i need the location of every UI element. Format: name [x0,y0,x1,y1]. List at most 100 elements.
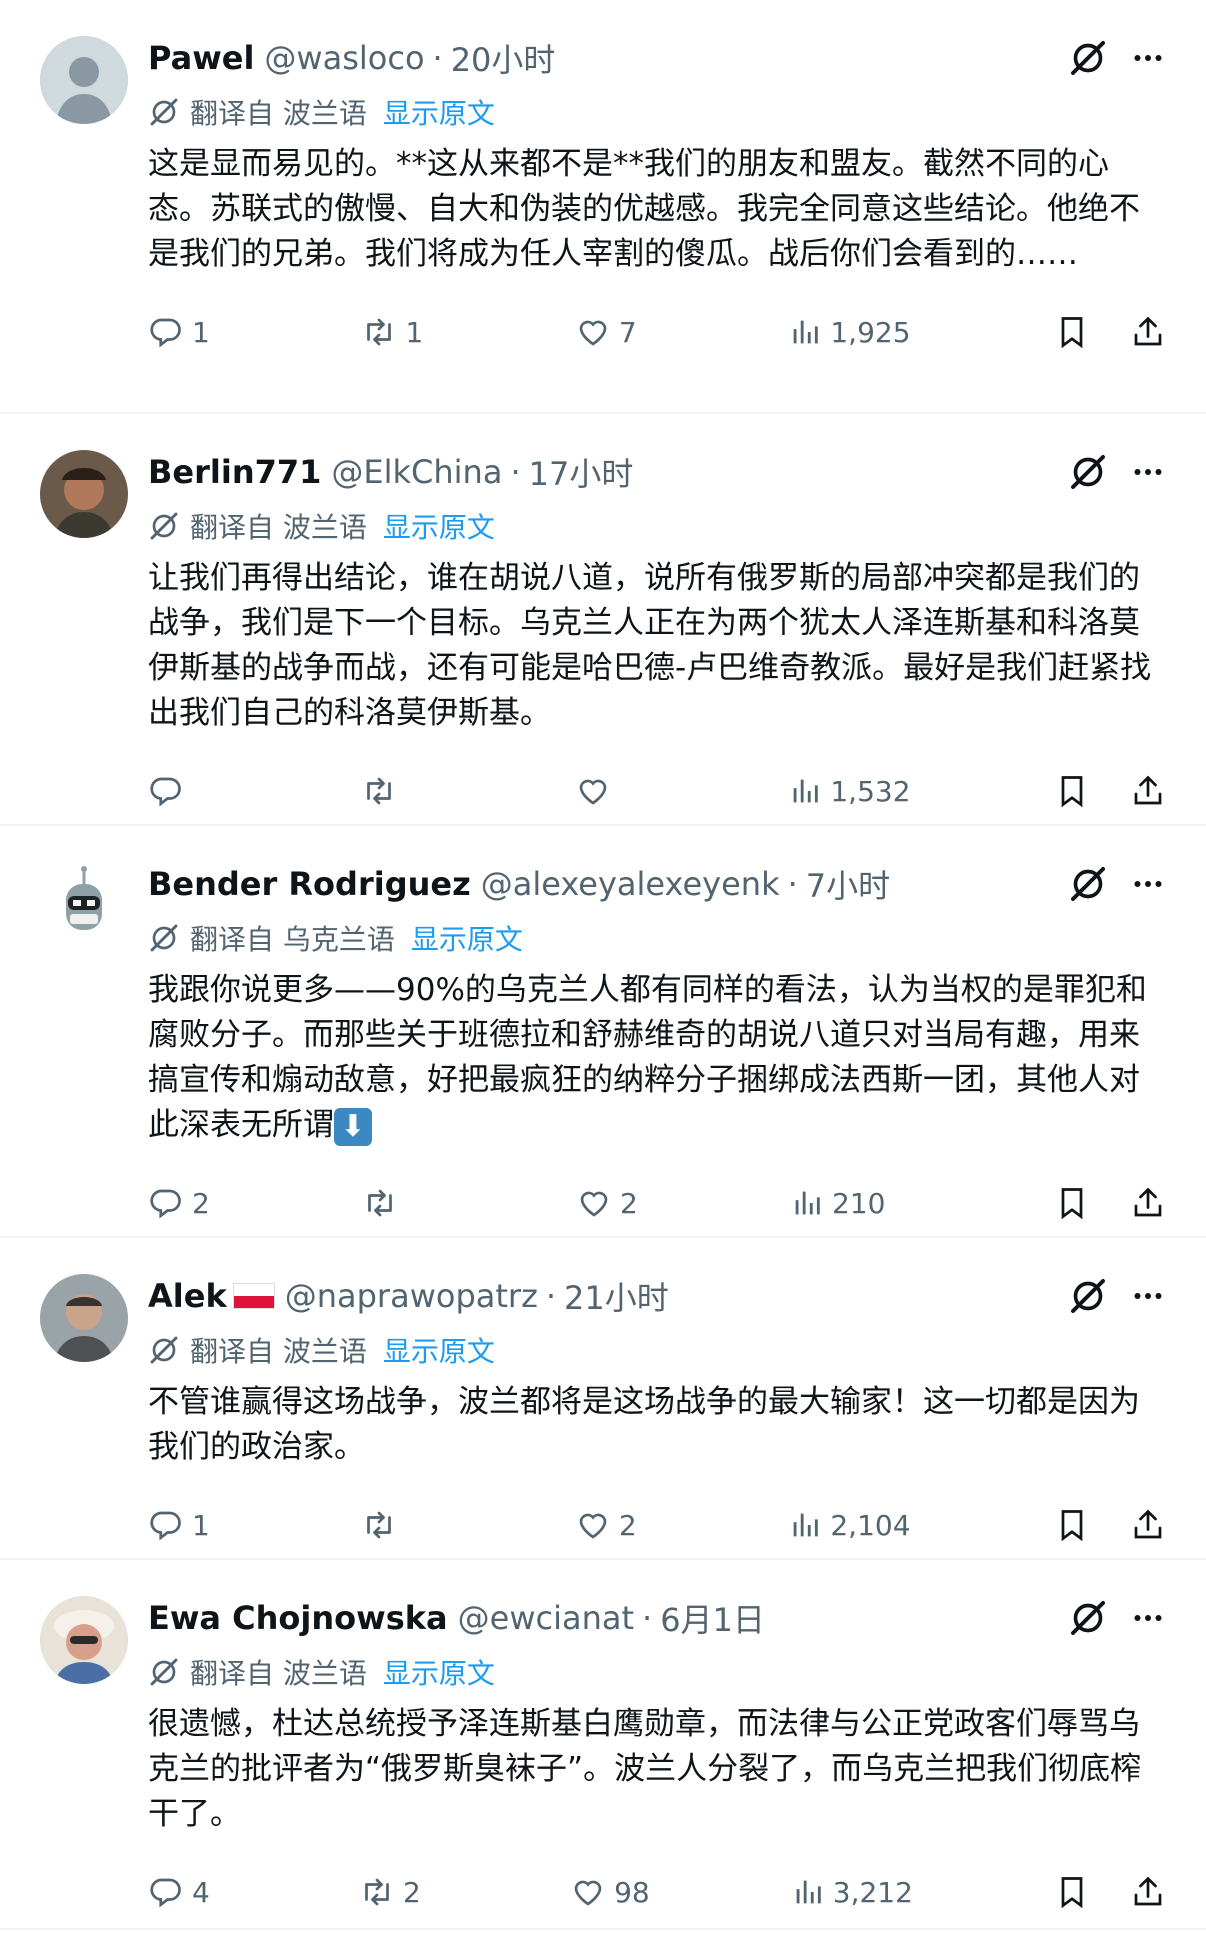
repost-button[interactable] [362,1185,432,1221]
repost-button[interactable]: 2 [359,1874,429,1910]
show-original-link[interactable]: 显示原文 [411,918,523,958]
reply-post[interactable]: Ewa Chojnowska @ewcianat · 6月1日 翻译自 波兰语 … [0,1560,1206,1930]
avatar[interactable] [40,36,128,124]
post-text-body: 我跟你说更多——90%的乌克兰人都有同样的看法，认为当权的是罪犯和腐败分子。而那… [148,972,1147,1143]
author-handle[interactable]: @naprawopatrz [285,1277,538,1315]
reply-icon [148,1507,184,1543]
more-icon[interactable] [1130,1278,1166,1314]
reply-post[interactable]: Alek @naprawopatrz · 21小时 翻译自 波兰语 显示原文 不… [0,1238,1206,1560]
views-button[interactable]: 2,104 [788,1508,911,1542]
share-icon[interactable] [1130,314,1166,350]
timestamp[interactable]: 7小时 [806,861,890,907]
translate-icon [148,96,180,128]
like-button[interactable]: 7 [575,314,645,350]
avatar[interactable] [40,862,128,950]
translate-icon [148,1656,180,1688]
author-handle[interactable]: @ewcianat [458,1599,634,1637]
like-icon [575,314,611,350]
views-count: 3,212 [832,1875,913,1909]
reply-post[interactable]: Bender Rodriguez @alexeyalexeyenk · 7小时 … [0,826,1206,1238]
author-name[interactable]: Bender Rodriguez [148,865,471,903]
action-bar: 2 2 210 [148,1168,1166,1238]
grok-icon[interactable] [1068,1276,1108,1316]
repost-icon [361,1507,397,1543]
reply-icon [148,1185,184,1221]
author-name[interactable]: Alek [148,1277,227,1315]
views-button[interactable]: 3,212 [791,1875,913,1909]
repost-button[interactable] [361,773,431,809]
down-arrow-emoji: ⬇ [334,1107,372,1146]
bookmark-icon[interactable] [1054,1185,1090,1221]
translate-label: 翻译自 乌克兰语 [190,923,395,956]
like-icon [575,773,611,809]
reply-post[interactable]: Pawel @wasloco · 20小时 翻译自 波兰语 显示原文 这是显而易… [0,0,1206,414]
like-button[interactable]: 2 [576,1185,646,1221]
author-name[interactable]: Ewa Chojnowska [148,1599,448,1637]
author-handle[interactable]: @wasloco [264,39,424,77]
share-icon[interactable] [1130,1507,1166,1543]
reply-button[interactable]: 4 [148,1874,218,1910]
action-bar: 1,532 [148,756,1166,826]
avatar[interactable] [40,1274,128,1362]
like-button[interactable] [575,773,645,809]
translate-icon [148,922,180,954]
bookmark-icon[interactable] [1054,1874,1090,1910]
more-icon[interactable] [1130,866,1166,902]
views-button[interactable]: 1,925 [788,315,911,349]
share-icon[interactable] [1130,773,1166,809]
grok-icon[interactable] [1068,452,1108,492]
share-icon[interactable] [1130,1874,1166,1910]
author-name[interactable]: Berlin771 [148,453,321,491]
repost-button[interactable]: 1 [361,314,431,350]
show-original-link[interactable]: 显示原文 [383,92,495,132]
bookmark-icon[interactable] [1054,1507,1090,1543]
bookmark-icon[interactable] [1054,773,1090,809]
like-icon [576,1185,612,1221]
like-button[interactable]: 2 [575,1507,645,1543]
grok-icon[interactable] [1068,38,1108,78]
views-count: 1,925 [830,315,911,349]
post-text: 不管谁赢得这场战争，波兰都将是这场战争的最大输家！这一切都是因为我们的政治家。 [148,1384,1140,1465]
more-icon[interactable] [1130,1600,1166,1636]
show-original-link[interactable]: 显示原文 [383,506,495,546]
reply-button[interactable]: 1 [148,314,218,350]
timestamp[interactable]: 17小时 [529,449,634,495]
views-button[interactable]: 210 [790,1186,910,1220]
translate-label: 翻译自 波兰语 [190,97,367,130]
reply-post[interactable]: Berlin771 @ElkChina · 17小时 翻译自 波兰语 显示原文 … [0,414,1206,826]
views-icon [788,315,822,349]
views-button[interactable]: 1,532 [788,774,911,808]
reply-button[interactable]: 2 [148,1185,218,1221]
reply-button[interactable] [148,773,218,809]
translate-label: 翻译自 波兰语 [190,511,367,544]
author-name[interactable]: Pawel [148,39,254,77]
reply-count: 1 [192,1508,210,1542]
views-icon [791,1875,825,1909]
repost-button[interactable] [361,1507,431,1543]
more-icon[interactable] [1130,40,1166,76]
avatar[interactable] [40,1596,128,1684]
timestamp[interactable]: 6月1日 [660,1595,765,1641]
share-icon[interactable] [1130,1185,1166,1221]
reply-count: 4 [192,1875,210,1909]
author-handle[interactable]: @alexeyalexeyenk [481,865,780,903]
grok-icon[interactable] [1068,864,1108,904]
grok-icon[interactable] [1068,1598,1108,1638]
translate-label: 翻译自 波兰语 [190,1335,367,1368]
views-icon [788,774,822,808]
like-button[interactable]: 98 [570,1874,650,1910]
reply-button[interactable]: 1 [148,1507,218,1543]
views-count: 1,532 [830,774,911,808]
show-original-link[interactable]: 显示原文 [383,1652,495,1692]
author-handle[interactable]: @ElkChina [331,453,502,491]
avatar[interactable] [40,450,128,538]
repost-icon [361,314,397,350]
bookmark-icon[interactable] [1054,314,1090,350]
timestamp[interactable]: 20小时 [451,35,556,81]
more-icon[interactable] [1130,454,1166,490]
show-original-link[interactable]: 显示原文 [383,1330,495,1370]
views-icon [790,1186,824,1220]
timestamp[interactable]: 21小时 [564,1273,669,1319]
views-count: 2,104 [830,1508,911,1542]
reply-count: 2 [192,1186,210,1220]
